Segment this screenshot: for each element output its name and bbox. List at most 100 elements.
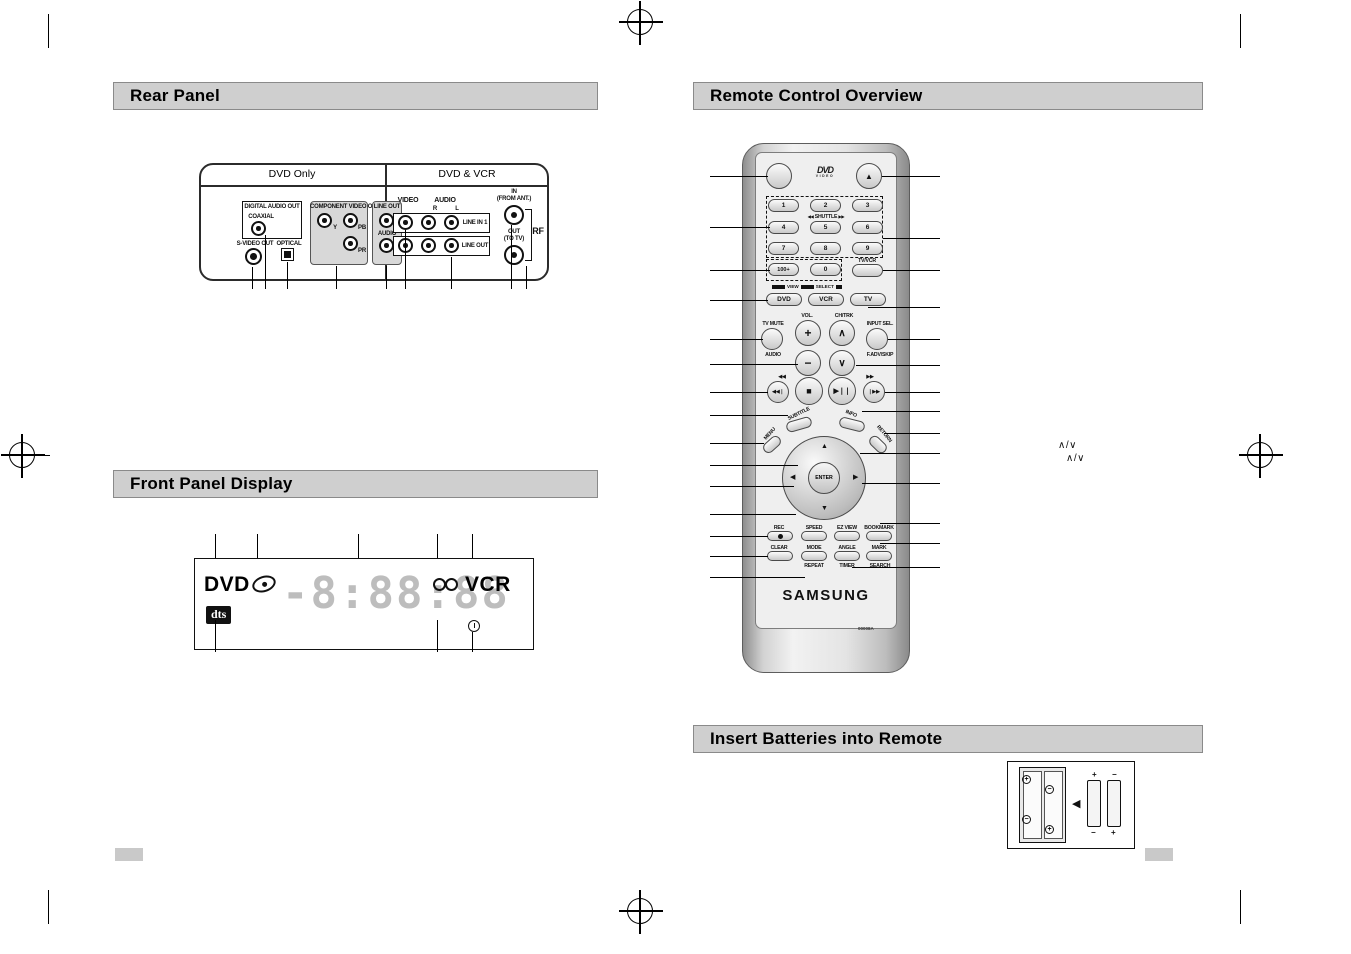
dvd-video-logo: DVD VIDEO: [802, 165, 848, 178]
vcr-line-out-audio-l-jack: [444, 238, 459, 253]
next-button[interactable]: ❘▶▶: [863, 381, 885, 403]
remote-model-number: 00008A: [858, 626, 874, 631]
keypad-button-4[interactable]: 4: [768, 221, 799, 234]
volume-down-button[interactable]: −: [795, 350, 821, 376]
bookmark-button[interactable]: [866, 531, 892, 541]
remote-callout-right-6: [856, 365, 940, 366]
section-title-front-panel-display: Front Panel Display: [130, 474, 293, 493]
keypad-button-7[interactable]: 7: [768, 242, 799, 255]
mode-button[interactable]: [801, 551, 827, 561]
mode-button-tv[interactable]: TV: [850, 293, 886, 306]
keypad-button-8[interactable]: 8: [810, 242, 841, 255]
line-in-1-audio-r-jack: [421, 215, 436, 230]
rear-callout-line-5: [386, 266, 387, 289]
mode-button-dvd[interactable]: DVD: [766, 293, 802, 306]
view-select-strip: VIEW SELECT: [772, 284, 842, 289]
tv-mute-button[interactable]: [761, 328, 783, 350]
stop-button[interactable]: ■: [795, 377, 823, 405]
keypad-button-1[interactable]: 1: [768, 199, 799, 212]
input-sel-button[interactable]: [866, 328, 888, 350]
tv-vcr-button[interactable]: [852, 264, 883, 277]
angle-button[interactable]: [834, 551, 860, 561]
section-header-front-panel-display: Front Panel Display: [113, 470, 598, 498]
component-pr-label: PR: [358, 248, 366, 254]
remote-callout-left-7: [710, 392, 768, 393]
fast-forward-top-icon: ▶▶: [866, 374, 874, 380]
optical-label: OPTICAL: [276, 241, 302, 247]
dpad-right-arrow[interactable]: ▶: [853, 474, 858, 481]
battery-insertion-diagram: + − − + ◀ + − − +: [1007, 761, 1135, 849]
battery-1-minus-label: −: [1091, 828, 1096, 837]
crop-mark-tl-v: [48, 14, 50, 48]
eject-button[interactable]: ▲: [856, 163, 882, 189]
rewind-top-icon: ◀◀: [778, 374, 786, 380]
section-header-rear-panel: Rear Panel: [113, 82, 598, 110]
dvd-line-out-label: LINE OUT: [373, 204, 401, 210]
mode-button-vcr[interactable]: VCR: [808, 293, 844, 306]
dpad-left-arrow[interactable]: ◀: [790, 474, 795, 481]
speed-button[interactable]: [801, 531, 827, 541]
fpd-callout-line-3: [358, 534, 359, 558]
rf-label: RF: [532, 226, 544, 236]
shuttle-label: ◀◀ SHUTTLE ▶▶: [782, 214, 870, 220]
registration-mark-right: [1239, 434, 1283, 478]
remote-callout-right-1: [882, 176, 940, 177]
power-button[interactable]: [766, 163, 792, 189]
volume-label: VOL.: [801, 313, 813, 319]
select-bar: [835, 284, 842, 289]
dvd-logo-sub: VIDEO: [815, 174, 835, 178]
keypad-button-3[interactable]: 3: [852, 199, 883, 212]
ant-out-jack: [504, 245, 524, 265]
dpad-up-arrow[interactable]: ▲: [821, 443, 828, 450]
remote-callout-right-7: [885, 392, 940, 393]
channel-down-button[interactable]: ∨: [829, 350, 855, 376]
keypad-button-6[interactable]: 6: [852, 221, 883, 234]
search-label: SEARCH: [869, 563, 891, 569]
component-video-out-group: [310, 201, 368, 265]
rear-callout-line-4: [336, 266, 337, 289]
rec-button[interactable]: [767, 531, 793, 541]
fpd-callout-line-6: [215, 620, 216, 652]
battery-cell-2: [1107, 780, 1121, 827]
crop-mark-br-v: [1240, 890, 1242, 924]
rec-dot-icon: [777, 533, 783, 539]
component-pb-label: PB: [358, 225, 366, 231]
line-in-1-video-jack: [398, 215, 413, 230]
insert-direction-arrow: ◀: [1072, 798, 1081, 810]
keypad-button-9[interactable]: 9: [852, 242, 883, 255]
mark-button[interactable]: [866, 551, 892, 561]
remote-callout-left-2: [710, 227, 770, 228]
audio-label: AUDIO: [765, 352, 781, 358]
registration-mark-top: [619, 1, 663, 45]
remote-callout-right-14: [852, 567, 940, 568]
volume-up-button[interactable]: +: [795, 320, 821, 346]
section-header-remote-control-overview: Remote Control Overview: [693, 82, 1203, 110]
fpd-callout-line-4: [437, 534, 438, 558]
remote-callout-left-13: [710, 536, 768, 537]
vcr-line-out-audio-r-jack: [421, 238, 436, 253]
play-pause-button[interactable]: ▶❘❘: [828, 377, 856, 405]
ez-view-button[interactable]: [834, 531, 860, 541]
previous-button[interactable]: ◀◀❘: [767, 381, 789, 403]
enter-button[interactable]: ENTER: [808, 462, 840, 494]
line-in-1-audio-l-jack: [444, 215, 459, 230]
rear-callout-line-8: [511, 225, 512, 289]
compartment-minus-bottom-left: −: [1022, 815, 1031, 824]
remote-callout-left-8: [710, 415, 788, 416]
remote-callout-left-1: [710, 176, 768, 177]
shuttle-text: SHUTTLE: [814, 214, 838, 220]
hundred-plus-button[interactable]: 100+: [768, 263, 799, 276]
front-panel-vcr-indicator: VCR: [465, 573, 511, 596]
dpad-down-arrow[interactable]: ▼: [821, 505, 828, 512]
coaxial-label: COAXIAL: [248, 214, 274, 220]
remote-callout-right-10: [860, 453, 940, 454]
keypad-button-2[interactable]: 2: [810, 199, 841, 212]
channel-up-button[interactable]: ∧: [829, 320, 855, 346]
remote-callout-left-6: [710, 364, 798, 365]
ant-in-sublabel: (FROM ANT.): [496, 196, 532, 202]
component-video-out-label: COMPONENT VIDEO OUT: [310, 204, 380, 210]
clear-button[interactable]: [767, 551, 793, 561]
keypad-button-5[interactable]: 5: [810, 221, 841, 234]
keypad-button-0[interactable]: 0: [810, 263, 841, 276]
crop-mark-tr-v: [1240, 14, 1242, 48]
